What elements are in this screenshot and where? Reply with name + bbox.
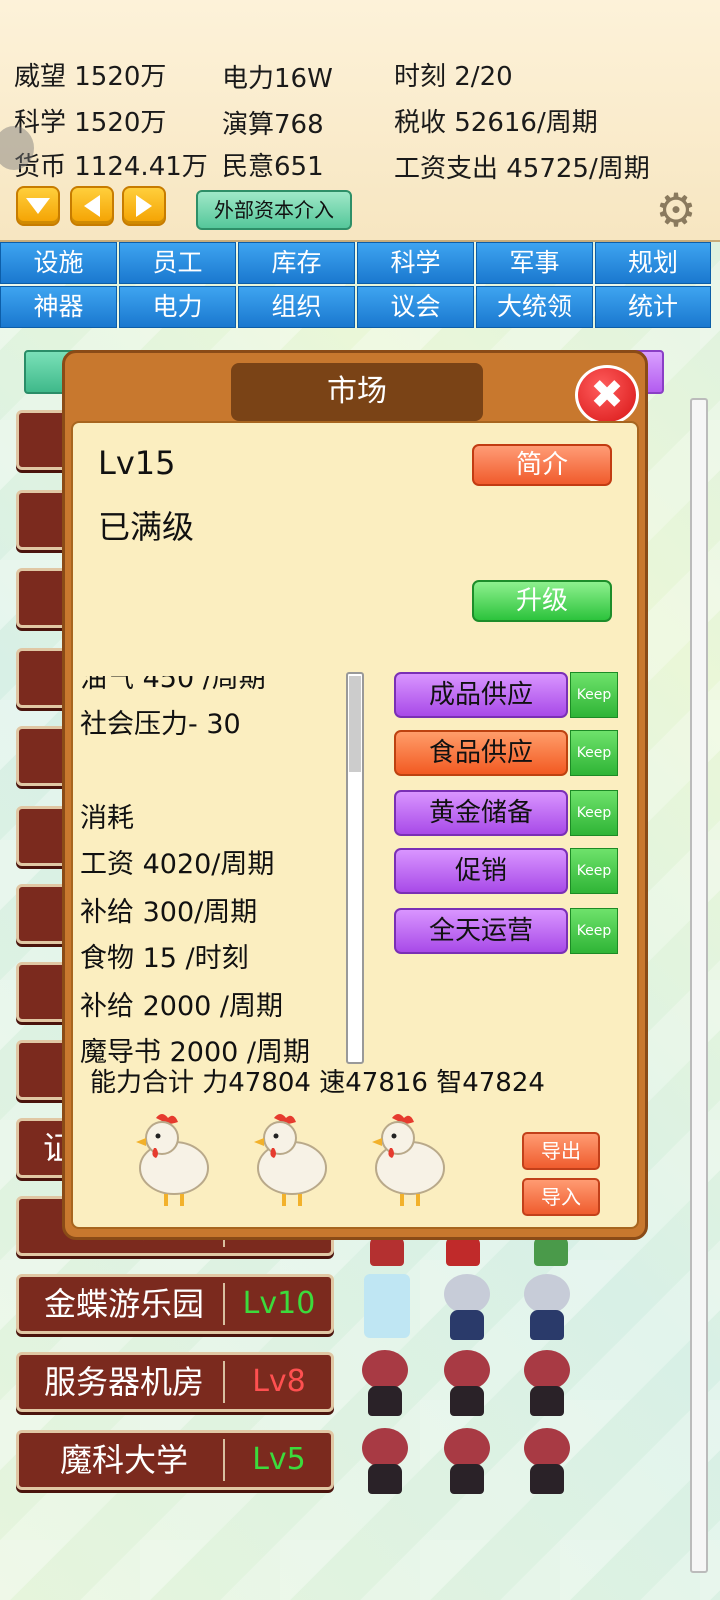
detail-line: 补给 2000 /周期 bbox=[80, 991, 283, 1022]
policy-button[interactable]: 促销 bbox=[394, 848, 568, 894]
power-stat: 电力16W bbox=[222, 64, 333, 94]
building-row[interactable]: 金蝶游乐园 Lv10 bbox=[16, 1274, 334, 1334]
detail-line: 食物 15 /时刻 bbox=[80, 943, 249, 974]
close-icon[interactable]: ✖ bbox=[575, 365, 639, 425]
character-sprite[interactable] bbox=[436, 1346, 498, 1420]
keep-toggle[interactable]: Keep bbox=[570, 848, 618, 894]
science-stat: 科学 1520万 bbox=[14, 108, 167, 138]
detail-line: 消耗 bbox=[80, 803, 134, 834]
status-bar: 威望 1520万 电力16W 时刻 2/20 科学 1520万 演算768 税收… bbox=[0, 0, 720, 242]
detail-line: 工资 4020/周期 bbox=[80, 849, 275, 880]
tab-power[interactable]: 电力 bbox=[119, 286, 236, 328]
keep-toggle[interactable]: Keep bbox=[570, 908, 618, 954]
policy-button[interactable]: 食品供应 bbox=[394, 730, 568, 776]
chicken-icon[interactable] bbox=[362, 1110, 452, 1210]
character-sprite[interactable] bbox=[354, 1424, 416, 1498]
currency-stat: 货币 1124.41万 bbox=[14, 152, 208, 182]
building-level: Lv10 bbox=[242, 1286, 316, 1321]
detail-scrollbar[interactable] bbox=[346, 672, 364, 1064]
max-level-label: 已满级 bbox=[98, 508, 195, 546]
character-sprite[interactable] bbox=[436, 1424, 498, 1498]
tab-president[interactable]: 大统领 bbox=[476, 286, 593, 328]
policy-button[interactable]: 黄金储备 bbox=[394, 790, 568, 836]
tab-inventory[interactable]: 库存 bbox=[238, 242, 355, 284]
salary-stat: 工资支出 45725/周期 bbox=[394, 154, 650, 184]
building-level: Lv5 bbox=[252, 1442, 306, 1477]
tab-parliament[interactable]: 议会 bbox=[357, 286, 474, 328]
character-sprite[interactable] bbox=[436, 1270, 498, 1344]
building-level-label: Lv15 bbox=[98, 444, 176, 482]
arrow-right-button[interactable] bbox=[122, 186, 166, 226]
page-scrollbar[interactable] bbox=[690, 398, 708, 1573]
prestige-stat: 威望 1520万 bbox=[14, 62, 167, 92]
tab-military[interactable]: 军事 bbox=[476, 242, 593, 284]
arrow-down-button[interactable] bbox=[16, 186, 60, 226]
upgrade-button[interactable]: 升级 bbox=[472, 580, 612, 622]
intro-button[interactable]: 简介 bbox=[472, 444, 612, 486]
tab-facilities[interactable]: 设施 bbox=[0, 242, 117, 284]
keep-toggle[interactable]: Keep bbox=[570, 790, 618, 836]
keep-toggle[interactable]: Keep bbox=[570, 730, 618, 776]
compute-stat: 演算768 bbox=[222, 110, 324, 140]
building-detail-list[interactable]: 油气 450 /周期 社会压力- 30 消耗 工资 4020/周期 补给 300… bbox=[80, 676, 350, 1064]
detail-line: 社会压力- 30 bbox=[80, 709, 241, 740]
character-sprite[interactable] bbox=[354, 1346, 416, 1420]
ability-summary: 能力合计 力47804 速47816 智47824 bbox=[90, 1068, 545, 1098]
time-stat: 时刻 2/20 bbox=[394, 62, 513, 92]
divider bbox=[223, 1439, 225, 1481]
arrow-left-button[interactable] bbox=[70, 186, 114, 226]
tax-stat: 税收 52616/周期 bbox=[394, 108, 598, 138]
divider bbox=[223, 1283, 225, 1325]
policy-button[interactable]: 成品供应 bbox=[394, 672, 568, 718]
building-row[interactable]: 魔科大学 Lv5 bbox=[16, 1430, 334, 1490]
chicken-icon[interactable] bbox=[126, 1110, 216, 1210]
detail-line: 油气 450 /周期 bbox=[80, 676, 266, 694]
tab-statistics[interactable]: 统计 bbox=[595, 286, 711, 328]
building-name: 服务器机房 bbox=[43, 1363, 204, 1401]
tab-staff[interactable]: 员工 bbox=[119, 242, 236, 284]
character-sprite[interactable] bbox=[516, 1424, 578, 1498]
scrollbar-thumb[interactable] bbox=[349, 676, 361, 772]
character-sprite[interactable] bbox=[516, 1270, 578, 1344]
detail-line: 补给 300/周期 bbox=[80, 897, 258, 928]
building-name: 魔科大学 bbox=[59, 1441, 188, 1479]
character-sprite[interactable] bbox=[516, 1346, 578, 1420]
tab-organization[interactable]: 组织 bbox=[238, 286, 355, 328]
import-button[interactable]: 导入 bbox=[522, 1178, 600, 1216]
chicken-icon[interactable] bbox=[244, 1110, 334, 1210]
tab-science[interactable]: 科学 bbox=[357, 242, 474, 284]
gear-icon[interactable]: ⚙ bbox=[652, 187, 700, 233]
policy-button[interactable]: 全天运营 bbox=[394, 908, 568, 954]
dialog-title: 市场 bbox=[231, 363, 483, 421]
external-capital-button[interactable]: 外部资本介入 bbox=[196, 190, 352, 230]
detail-line: 魔导书 2000 /周期 bbox=[80, 1037, 310, 1064]
tab-planning[interactable]: 规划 bbox=[595, 242, 711, 284]
building-row[interactable]: 服务器机房 Lv8 bbox=[16, 1352, 334, 1412]
public-opinion-stat: 民意651 bbox=[222, 152, 324, 182]
export-button[interactable]: 导出 bbox=[522, 1132, 600, 1170]
building-name: 金蝶游乐园 bbox=[43, 1285, 204, 1323]
divider bbox=[223, 1361, 225, 1403]
building-level: Lv8 bbox=[252, 1364, 306, 1399]
tab-artifacts[interactable]: 神器 bbox=[0, 286, 117, 328]
vending-machine-sprite[interactable] bbox=[356, 1270, 418, 1344]
keep-toggle[interactable]: Keep bbox=[570, 672, 618, 718]
